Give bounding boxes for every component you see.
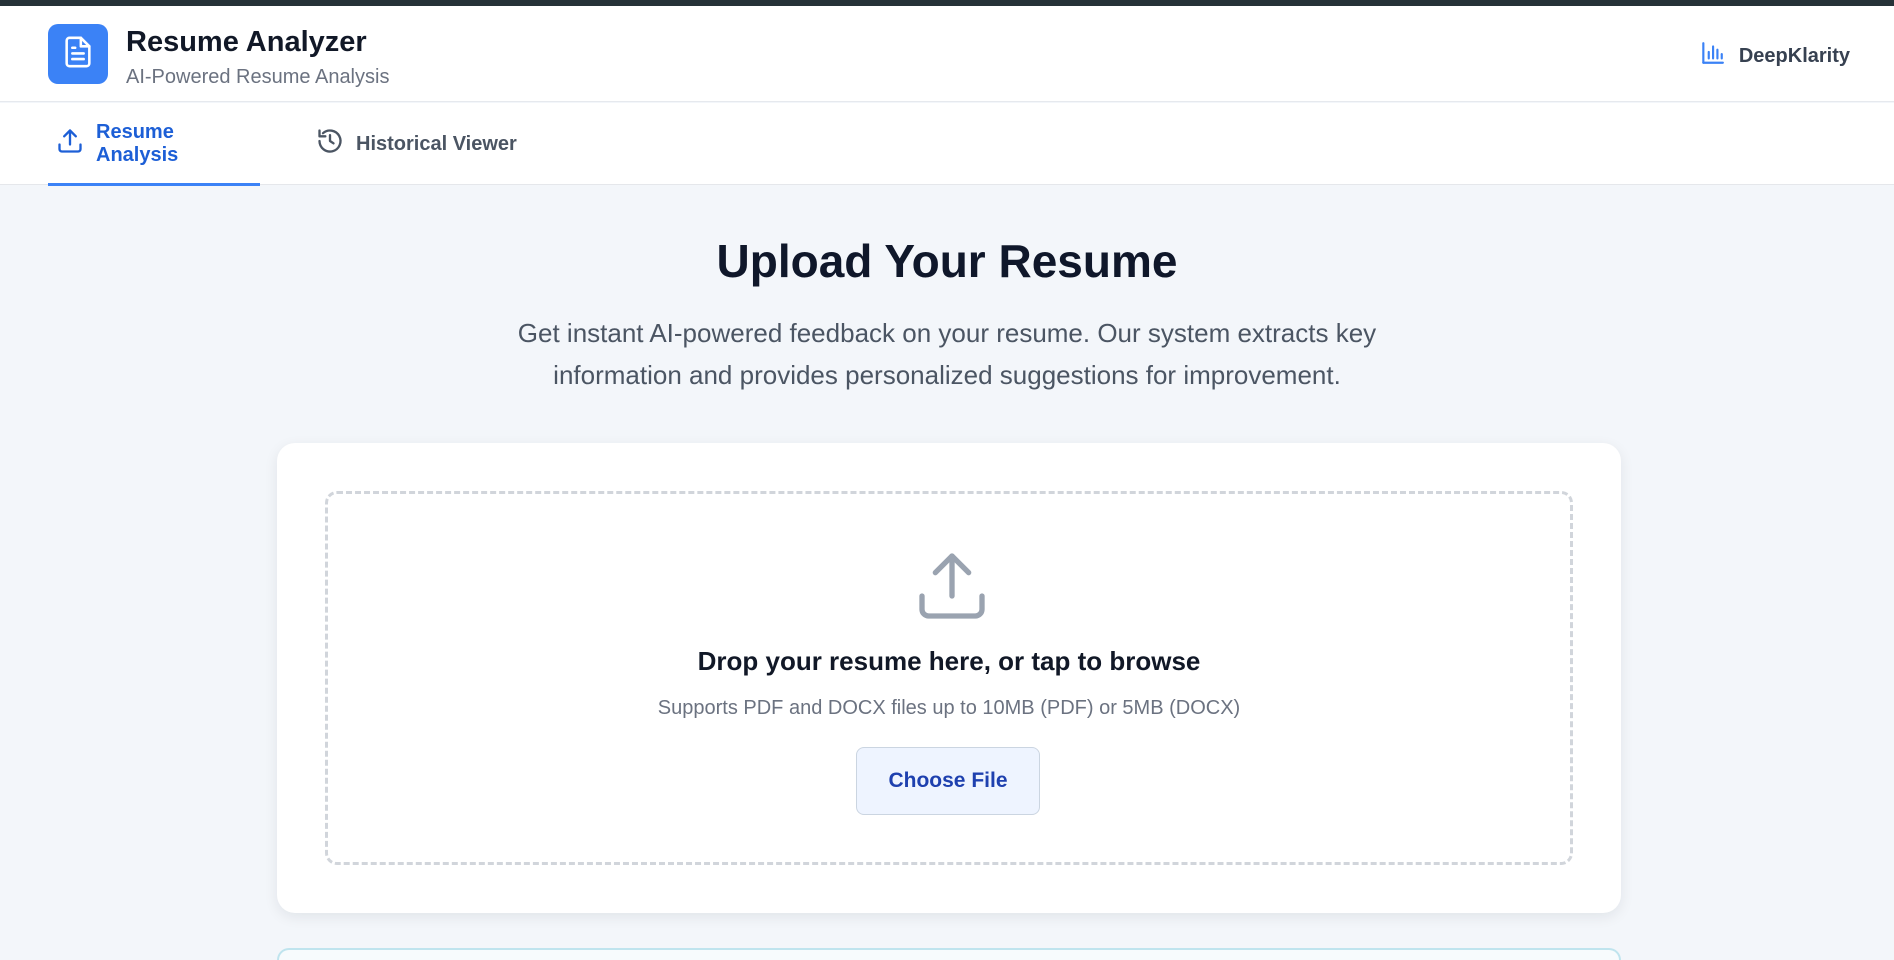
app-subtitle: AI-Powered Resume Analysis [126, 66, 390, 88]
tab-label: Resume Analysis [96, 121, 179, 166]
brand-label: DeepKlarity [1738, 44, 1850, 67]
choose-file-button[interactable]: Choose File [856, 747, 1040, 815]
app-header: Resume Analyzer AI-Powered Resume Analys… [0, 6, 1894, 102]
tab-historical-viewer[interactable]: Historical Viewer [308, 103, 528, 185]
app-logo [48, 24, 108, 84]
upload-card: Drop your resume here, or tap to browse … [277, 443, 1621, 913]
upload-icon [912, 546, 992, 626]
app-title: Resume Analyzer [126, 26, 367, 58]
history-icon [316, 127, 344, 161]
dropzone-hint: Supports PDF and DOCX files up to 10MB (… [657, 697, 1241, 719]
upload-icon [56, 127, 84, 161]
dropzone-prompt: Drop your resume here, or tap to browse [697, 646, 1201, 676]
page-title: Upload Your Resume [716, 235, 1178, 287]
tab-resume-analysis[interactable]: Resume Analysis [48, 103, 260, 186]
tab-bar: Resume Analysis Historical Viewer [0, 103, 1894, 186]
page-description: Get instant AI-powered feedback on your … [517, 318, 1377, 390]
tab-label: Historical Viewer [356, 132, 517, 155]
document-icon [61, 35, 95, 74]
file-dropzone[interactable]: Drop your resume here, or tap to browse … [325, 491, 1573, 865]
next-panel-edge [277, 948, 1621, 960]
active-tab-indicator [48, 183, 260, 186]
bar-chart-icon [1699, 40, 1725, 72]
brand-link[interactable]: DeepKlarity [1699, 40, 1850, 72]
